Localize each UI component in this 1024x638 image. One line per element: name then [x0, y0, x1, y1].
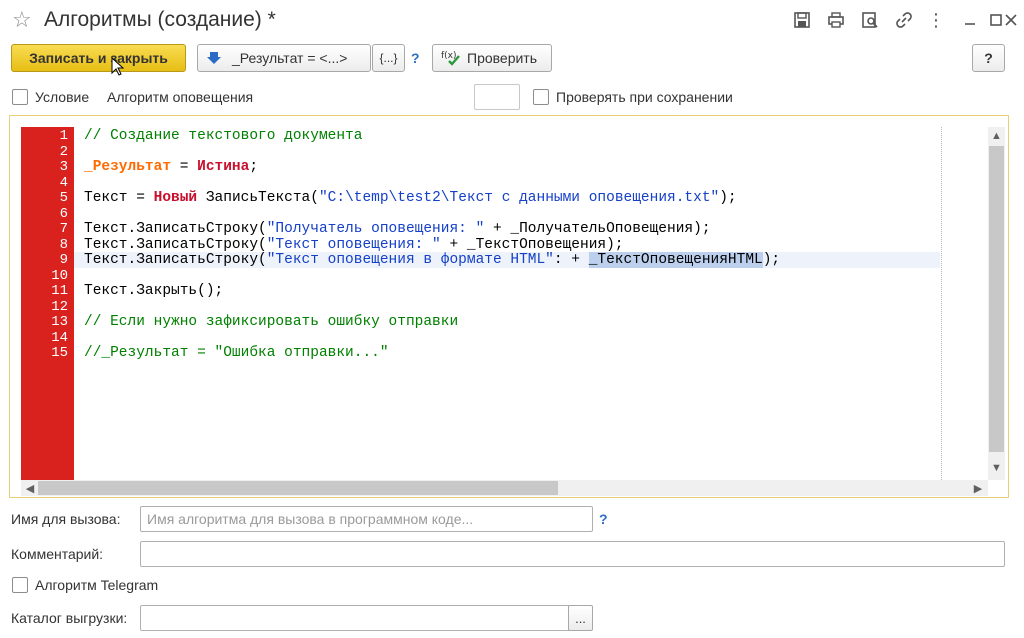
scroll-down-icon[interactable]: ▼ — [988, 460, 1005, 476]
result-button[interactable]: _Результат = <...> — [197, 44, 371, 72]
comment-input[interactable] — [140, 541, 1005, 567]
line-number: 4 — [59, 174, 68, 191]
comment-label: Комментарий: — [11, 546, 104, 562]
check-formula-icon: f(x) — [441, 51, 460, 66]
check-on-save-label: Проверять при сохранении — [556, 89, 733, 105]
code-line: // Создание текстового документа — [84, 128, 363, 144]
braces-button[interactable]: {...} — [372, 44, 405, 72]
scroll-right-icon[interactable]: ▶ — [970, 480, 986, 496]
favorite-star-icon[interactable]: ☆ — [12, 8, 36, 32]
code-line: Текст.ЗаписатьСтроку("Текст оповещения: … — [84, 236, 624, 253]
line-number-gutter: 1 2 3 4 5 6 7 8 9 10 11 12 13 14 15 — [21, 127, 74, 480]
telegram-label: Алгоритм Telegram — [35, 577, 159, 593]
check-button[interactable]: f(x) Проверить — [432, 44, 552, 72]
scroll-up-icon[interactable]: ▲ — [988, 128, 1005, 144]
algorithm-label: Алгоритм оповещения — [107, 89, 254, 105]
browse-button[interactable]: ... — [568, 605, 593, 631]
code-line: _Результат = Истина; — [84, 159, 259, 175]
arrow-down-icon — [207, 52, 221, 64]
line-number: 14 — [51, 329, 68, 346]
check-on-save-checkbox[interactable] — [533, 89, 549, 105]
result-button-label: _Результат = <...> — [232, 50, 348, 66]
line-number: 15 — [51, 345, 68, 361]
save-icon[interactable] — [790, 8, 814, 32]
call-name-help-link[interactable]: ? — [599, 511, 608, 527]
vertical-scroll-thumb[interactable] — [989, 146, 1004, 452]
condition-label: Условие — [35, 89, 90, 105]
code-line: Текст.ЗаписатьСтроку("Получатель оповеще… — [84, 221, 711, 237]
code-line: Текст.Закрыть(); — [84, 283, 224, 299]
svg-text:f(x): f(x) — [441, 51, 457, 61]
line-number: 8 — [59, 236, 68, 253]
code-line: Текст.ЗаписатьСтроку("Текст оповещения в… — [84, 252, 781, 268]
call-name-input[interactable] — [140, 506, 593, 532]
telegram-checkbox[interactable] — [12, 577, 28, 593]
horizontal-scroll-thumb[interactable] — [38, 481, 558, 495]
line-number: 7 — [59, 221, 68, 237]
call-name-label: Имя для вызова: — [11, 511, 121, 527]
export-dir-input[interactable] — [140, 605, 570, 631]
mouse-cursor-icon — [111, 57, 125, 76]
code-line: Текст = Новый ЗаписьТекста("C:\temp\test… — [84, 190, 737, 206]
preview-icon[interactable] — [858, 8, 882, 32]
line-number: 11 — [51, 283, 68, 299]
help-button-label: ? — [984, 50, 993, 66]
save-and-close-label: Записать и закрыть — [29, 50, 168, 66]
braces-label: {...} — [379, 51, 398, 65]
code-line: // Если нужно зафиксировать ошибку отпра… — [84, 314, 459, 330]
line-number: 1 — [59, 128, 68, 144]
more-icon[interactable]: ⋮ — [924, 8, 948, 32]
algorithm-input[interactable] — [474, 84, 520, 110]
print-icon[interactable] — [824, 8, 848, 32]
code-line: //_Результат = "Ошибка отправки..." — [84, 345, 389, 361]
code-area[interactable]: // Создание текстового документа _Резуль… — [74, 127, 988, 480]
minimize-icon[interactable] — [958, 8, 982, 32]
line-number: 3 — [59, 159, 68, 175]
toolbar-help-link[interactable]: ? — [411, 50, 420, 66]
scroll-left-icon[interactable]: ◀ — [22, 480, 38, 496]
line-number: 6 — [59, 205, 68, 222]
help-button[interactable]: ? — [972, 44, 1005, 72]
line-number: 2 — [59, 143, 68, 160]
line-number: 12 — [51, 298, 68, 315]
condition-checkbox[interactable] — [12, 89, 28, 105]
line-number: 5 — [59, 190, 68, 206]
close-icon[interactable] — [1000, 8, 1022, 32]
check-button-label: Проверить — [467, 50, 538, 66]
export-dir-label: Каталог выгрузки: — [11, 610, 128, 626]
browse-label: ... — [575, 610, 586, 626]
link-icon[interactable] — [892, 8, 916, 32]
line-number: 9 — [59, 252, 68, 268]
line-number: 13 — [51, 314, 68, 330]
page-title: Алгоритмы (создание) * — [44, 8, 276, 31]
line-number: 10 — [51, 267, 68, 284]
save-and-close-button[interactable]: Записать и закрыть — [11, 44, 186, 72]
